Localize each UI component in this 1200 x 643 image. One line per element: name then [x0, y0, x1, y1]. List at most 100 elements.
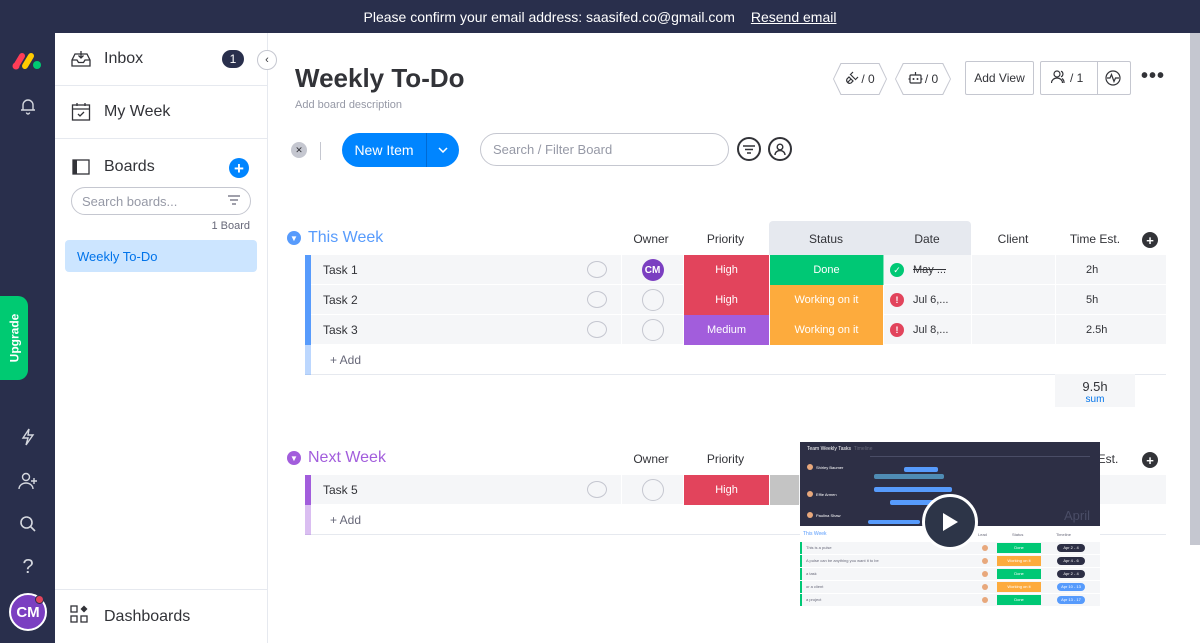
client-cell[interactable]: [971, 315, 1055, 345]
boards-label: Boards: [104, 157, 155, 175]
date-cell[interactable]: ! Jul 8,...: [883, 315, 971, 345]
status-cell[interactable]: Done: [769, 255, 883, 285]
sidebar-item-my-week[interactable]: My Week: [55, 86, 267, 139]
priority-cell[interactable]: Medium: [683, 315, 769, 345]
item-name[interactable]: Task 1: [323, 263, 358, 277]
video-col-header: Timeline: [1056, 532, 1071, 537]
activity-icon[interactable]: [1105, 70, 1121, 89]
comment-bubble-icon[interactable]: [587, 261, 607, 278]
owner-cell[interactable]: [621, 285, 683, 315]
item-name[interactable]: Task 3: [323, 323, 358, 337]
item-name[interactable]: Task 5: [323, 483, 358, 497]
comment-bubble-icon[interactable]: [587, 481, 607, 498]
upgrade-button[interactable]: Upgrade: [0, 296, 28, 380]
board-title[interactable]: Weekly To-Do: [295, 63, 465, 94]
banner-message: Please confirm your email address: saasi…: [363, 8, 735, 25]
board-main: Weekly To-Do Add board description / 0 /…: [268, 33, 1200, 643]
collapse-groups-icon[interactable]: ✕: [291, 142, 307, 158]
col-header-status[interactable]: Status: [769, 232, 883, 246]
upgrade-label: Upgrade: [7, 313, 21, 363]
check-circle-icon: ✓: [890, 263, 904, 277]
filter-icon[interactable]: [737, 137, 761, 161]
owner-cell[interactable]: [621, 315, 683, 345]
date-cell[interactable]: ! Jul 6,...: [883, 285, 971, 315]
chevron-down-icon[interactable]: [426, 133, 459, 167]
new-item-button[interactable]: New Item: [342, 133, 459, 167]
monday-logo-icon[interactable]: [12, 51, 42, 71]
priority-cell[interactable]: High: [683, 255, 769, 285]
col-header-owner[interactable]: Owner: [621, 452, 681, 466]
person-filter-icon[interactable]: [768, 137, 792, 161]
group-color-bar: [305, 345, 311, 375]
collapse-panel-button[interactable]: ‹: [257, 50, 277, 70]
client-cell[interactable]: [971, 285, 1055, 315]
tutorial-video-preview[interactable]: Team Weekly Tasks Timeline Shirley Baume…: [800, 442, 1100, 610]
table-row[interactable]: Task 3 Medium Working on it ! Jul 8,... …: [305, 315, 1166, 345]
owner-cell[interactable]: [621, 475, 683, 505]
group-next-week-toggle-icon[interactable]: ▼: [287, 451, 301, 465]
empty-owner-icon: [641, 479, 664, 501]
vertical-scrollbar[interactable]: [1190, 33, 1200, 545]
notifications-bell-icon[interactable]: [17, 95, 39, 117]
inbox-count-badge: 1: [222, 50, 244, 68]
search-boards-input[interactable]: Search boards...: [71, 187, 251, 215]
col-header-priority[interactable]: Priority: [683, 232, 768, 246]
table-row[interactable]: Task 2 High Working on it ! Jul 6,... 5h: [305, 285, 1166, 315]
time-est-cell[interactable]: 2h: [1055, 255, 1161, 285]
comment-bubble-icon[interactable]: [587, 321, 607, 338]
group-color-bar: [305, 475, 311, 505]
col-header-owner[interactable]: Owner: [621, 232, 681, 246]
priority-cell[interactable]: High: [683, 285, 769, 315]
search-icon[interactable]: [17, 513, 39, 535]
video-month-label: April: [1063, 508, 1090, 523]
priority-cell[interactable]: High: [683, 475, 769, 505]
sidebar-board-weekly-todo[interactable]: Weekly To-Do: [65, 240, 257, 272]
add-item-label: + Add: [330, 513, 362, 527]
status-cell[interactable]: [769, 475, 799, 505]
table-row[interactable]: Task 1 CM High Done ✓ May ... 2h: [305, 255, 1166, 285]
sum-value: 9.5h: [1082, 379, 1108, 394]
my-week-label: My Week: [104, 103, 171, 120]
empty-owner-icon: [641, 289, 664, 311]
col-header-priority[interactable]: Priority: [683, 452, 768, 466]
notification-dot: [35, 595, 44, 604]
sidebar-item-inbox[interactable]: Inbox 1: [55, 33, 267, 86]
group-title-next-week[interactable]: Next Week: [308, 449, 386, 467]
boards-icon: [70, 156, 92, 178]
resend-email-link[interactable]: Resend email: [751, 9, 837, 25]
col-header-date[interactable]: Date: [883, 232, 971, 246]
item-name[interactable]: Task 2: [323, 293, 358, 307]
board-description[interactable]: Add board description: [295, 99, 402, 111]
status-cell[interactable]: Working on it: [769, 315, 883, 345]
help-icon[interactable]: ?: [17, 556, 39, 578]
lightning-icon[interactable]: [17, 426, 39, 448]
add-view-button[interactable]: Add View: [965, 61, 1034, 95]
owner-cell[interactable]: CM: [621, 255, 683, 285]
invite-user-icon[interactable]: [17, 470, 39, 492]
group-title-this-week[interactable]: This Week: [308, 229, 383, 247]
time-est-sum: 9.5h sum: [1055, 374, 1135, 407]
filter-icon[interactable]: [228, 194, 240, 208]
add-column-button[interactable]: +: [1142, 452, 1158, 468]
client-cell[interactable]: [971, 255, 1055, 285]
date-cell[interactable]: ✓ May ...: [878, 255, 971, 285]
add-column-button[interactable]: +: [1142, 232, 1158, 248]
add-item-row[interactable]: + Add: [305, 345, 1166, 375]
time-est-cell[interactable]: 5h: [1055, 285, 1161, 315]
time-est-cell[interactable]: 2.5h: [1055, 315, 1161, 345]
automations-button[interactable]: / 0: [895, 63, 951, 95]
add-board-button[interactable]: +: [229, 158, 249, 178]
inbox-label: Inbox: [104, 50, 144, 67]
comment-bubble-icon[interactable]: [587, 291, 607, 308]
group-this-week-toggle-icon[interactable]: ▼: [287, 231, 301, 245]
integrations-button[interactable]: / 0: [833, 63, 887, 95]
status-cell[interactable]: Working on it: [769, 285, 883, 315]
sidebar-item-dashboards[interactable]: Dashboards: [55, 589, 267, 643]
owner-avatar: CM: [641, 259, 664, 281]
more-options-icon[interactable]: •••: [1141, 65, 1165, 88]
search-filter-input[interactable]: Search / Filter Board: [480, 133, 729, 166]
col-header-time-est[interactable]: Time Est.: [1055, 232, 1135, 246]
play-video-button[interactable]: [922, 494, 978, 550]
col-header-client[interactable]: Client: [971, 232, 1055, 246]
members-button[interactable]: / 1: [1040, 61, 1131, 95]
